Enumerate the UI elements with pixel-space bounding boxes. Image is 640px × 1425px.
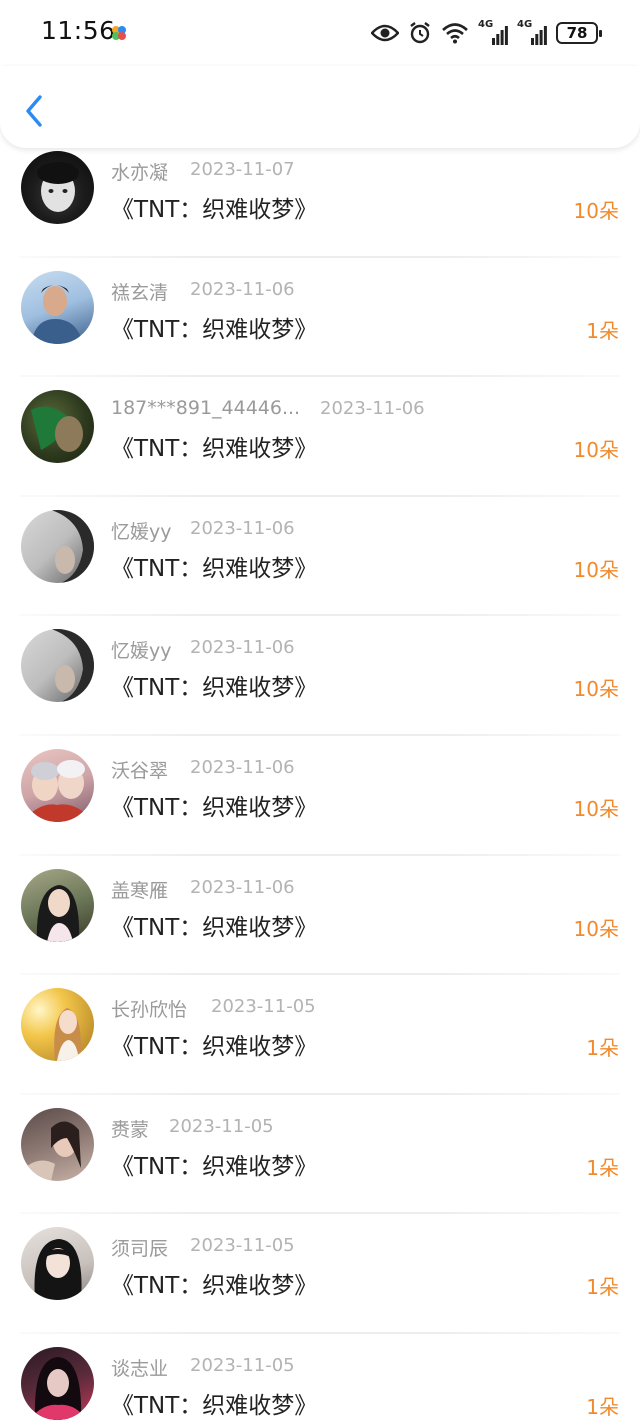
user-name: 禚玄清 <box>111 281 169 304</box>
avatar <box>21 509 94 583</box>
book-title: 《TNT：织难收梦》 <box>111 1153 318 1180</box>
user-name: 沃谷翠 <box>111 759 169 782</box>
list-item[interactable]: 水亦凝 2023-11-07 《TNT：织难收梦》 10朵 <box>0 138 640 258</box>
flower-count: 1朵 <box>586 1155 619 1180</box>
signal-bars-icon <box>492 26 508 45</box>
top-nav-bar <box>0 66 640 148</box>
flower-count: 1朵 <box>586 318 619 343</box>
avatar <box>21 868 94 942</box>
record-date: 2023-11-05 <box>169 1115 274 1137</box>
list-item[interactable]: 赉蒙 2023-11-05 《TNT：织难收梦》 1朵 <box>0 1095 640 1215</box>
flower-count: 10朵 <box>573 677 619 702</box>
list-item[interactable]: 长孙欣怡 2023-11-05 《TNT：织难收梦》 1朵 <box>0 975 640 1095</box>
user-name: 须司辰 <box>111 1238 169 1261</box>
avatar <box>21 1227 94 1301</box>
eye-icon <box>371 24 399 42</box>
alarm-icon <box>410 22 430 44</box>
network-type-label: 4G <box>517 19 533 30</box>
cell-signal-1: 4G <box>478 19 508 45</box>
list-item[interactable]: 忆媛yy 2023-11-06 《TNT：织难收梦》 10朵 <box>0 616 640 736</box>
flower-count: 10朵 <box>573 796 619 821</box>
record-date: 2023-11-06 <box>190 756 295 778</box>
record-date: 2023-11-05 <box>211 996 316 1018</box>
user-name: 长孙欣怡 <box>111 999 188 1022</box>
avatar <box>21 270 94 344</box>
record-date: 2023-11-06 <box>320 398 425 420</box>
book-title: 《TNT：织难收梦》 <box>111 914 318 941</box>
book-title: 《TNT：织难收梦》 <box>111 1392 318 1419</box>
avatar <box>21 748 94 822</box>
record-date: 2023-11-05 <box>190 1235 295 1257</box>
record-date: 2023-11-06 <box>190 517 295 539</box>
book-title: 《TNT：织难收梦》 <box>111 316 318 343</box>
list-item[interactable]: 须司辰 2023-11-05 《TNT：织难收梦》 1朵 <box>0 1214 640 1334</box>
book-title: 《TNT：织难收梦》 <box>111 555 318 582</box>
avatar <box>21 390 94 464</box>
gift-record-list: 水亦凝 2023-11-07 《TNT：织难收梦》 10朵 禚玄清 2023-1… <box>0 138 640 1425</box>
app-notification-icon <box>112 26 126 40</box>
record-date: 2023-11-06 <box>190 637 295 659</box>
list-item[interactable]: 谈志业 2023-11-05 《TNT：织难收梦》 1朵 <box>0 1334 640 1425</box>
status-bar: 11:56 4G 4G 78 <box>0 0 640 66</box>
user-name: 谈志业 <box>111 1357 169 1380</box>
book-title: 《TNT：织难收梦》 <box>111 1273 318 1300</box>
avatar <box>21 1107 94 1181</box>
flower-count: 10朵 <box>573 916 619 941</box>
list-item[interactable]: 沃谷翠 2023-11-06 《TNT：织难收梦》 10朵 <box>0 736 640 856</box>
wifi-icon <box>442 23 468 44</box>
avatar <box>21 988 94 1062</box>
flower-count: 10朵 <box>573 199 619 223</box>
user-name: 187***891_44446... <box>111 397 301 420</box>
signal-bars-icon <box>531 26 547 45</box>
battery-indicator: 78 <box>556 22 602 44</box>
book-title: 《TNT：织难收梦》 <box>111 197 318 223</box>
flower-count: 10朵 <box>573 557 619 582</box>
book-title: 《TNT：织难收梦》 <box>111 675 318 702</box>
network-type-label: 4G <box>478 19 494 30</box>
flower-count: 1朵 <box>586 1036 619 1061</box>
record-date: 2023-11-06 <box>190 278 295 300</box>
status-icons: 4G 4G 78 <box>371 19 602 45</box>
avatar <box>21 151 94 224</box>
flower-count: 10朵 <box>573 438 619 463</box>
chevron-left-icon[interactable] <box>22 94 48 128</box>
list-item[interactable]: 禚玄清 2023-11-06 《TNT：织难收梦》 1朵 <box>0 258 640 378</box>
user-name: 盖寒雁 <box>111 879 169 902</box>
cell-signal-2: 4G <box>517 19 547 45</box>
user-name: 忆媛yy <box>111 520 172 543</box>
flower-count: 1朵 <box>586 1275 619 1300</box>
book-title: 《TNT：织难收梦》 <box>111 794 318 821</box>
list-item[interactable]: 187***891_44446... 2023-11-06 《TNT：织难收梦》… <box>0 377 640 497</box>
book-title: 《TNT：织难收梦》 <box>111 436 318 463</box>
record-date: 2023-11-06 <box>190 876 295 898</box>
user-name: 赉蒙 <box>111 1118 150 1141</box>
list-item[interactable]: 盖寒雁 2023-11-06 《TNT：织难收梦》 10朵 <box>0 856 640 976</box>
avatar <box>21 629 94 703</box>
record-date: 2023-11-05 <box>190 1354 295 1376</box>
flower-count: 1朵 <box>586 1394 619 1419</box>
list-item[interactable]: 忆媛yy 2023-11-06 《TNT：织难收梦》 10朵 <box>0 497 640 617</box>
avatar <box>21 1346 94 1420</box>
user-name: 水亦凝 <box>111 162 169 184</box>
status-time: 11:56 <box>41 16 116 45</box>
record-date: 2023-11-07 <box>190 159 295 180</box>
user-name: 忆媛yy <box>111 640 172 663</box>
book-title: 《TNT：织难收梦》 <box>111 1034 318 1061</box>
